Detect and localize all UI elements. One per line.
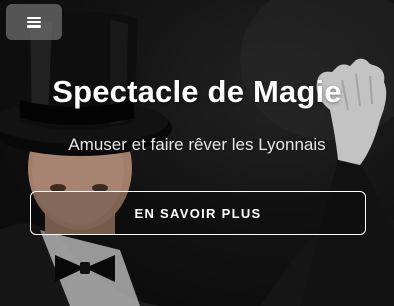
menu-toggle-button[interactable] xyxy=(6,4,62,40)
hero-subtitle: Amuser et faire rêver les Lyonnais xyxy=(68,135,326,154)
hero-section: Spectacle de Magie Amuser et faire rêver… xyxy=(0,0,394,306)
hero-title: Spectacle de Magie xyxy=(52,74,342,109)
learn-more-button[interactable]: EN SAVOIR PLUS xyxy=(30,191,366,235)
hamburger-menu-icon xyxy=(27,16,41,28)
